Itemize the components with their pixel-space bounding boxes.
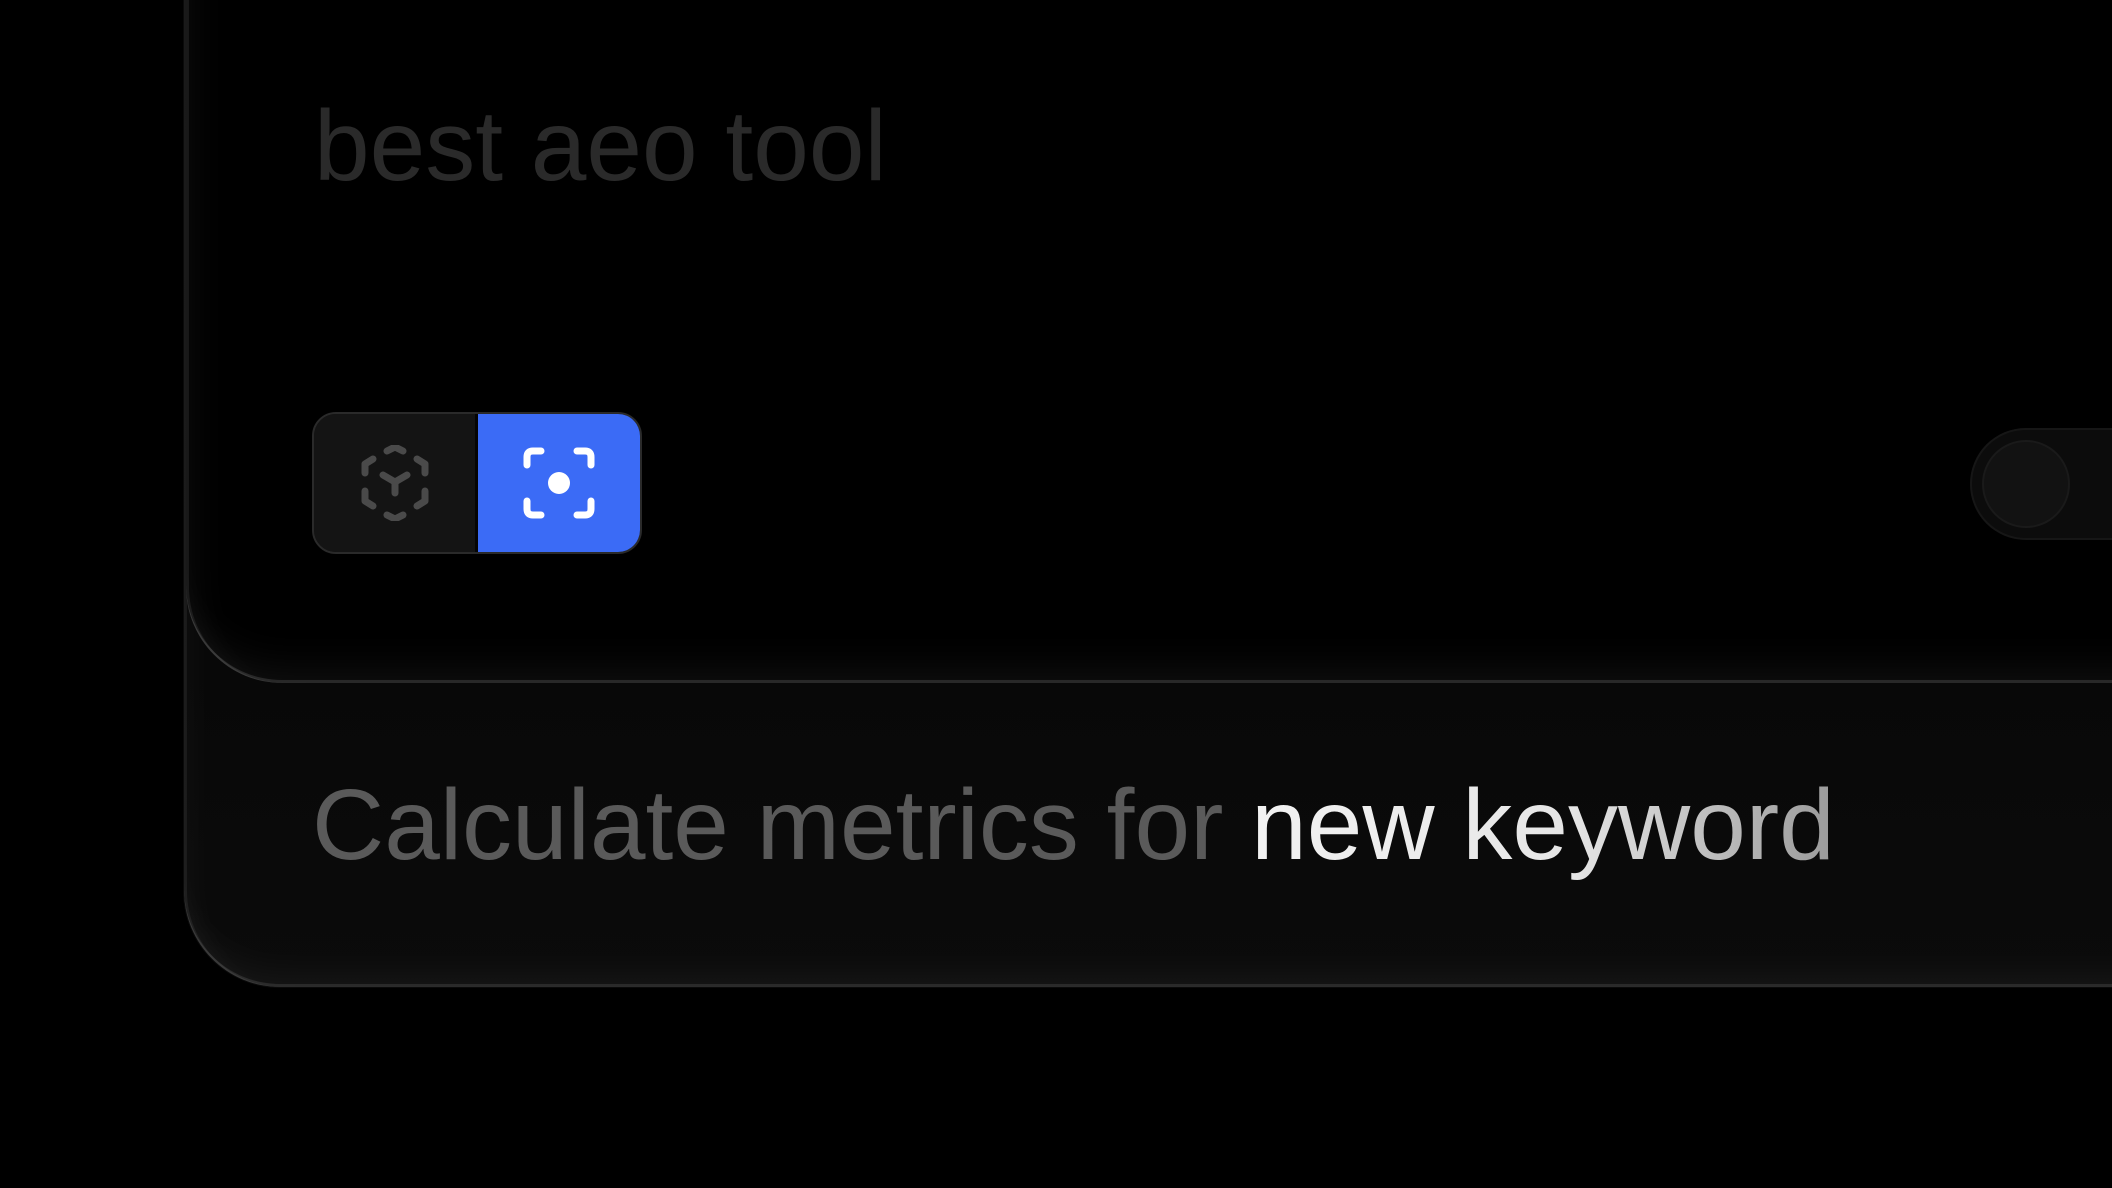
dashed-cube-icon [361, 445, 428, 521]
side-toggle-switch[interactable] [1970, 428, 2112, 540]
focus-target-icon [523, 447, 595, 519]
query-text[interactable]: best aeo tool [314, 96, 887, 196]
explore-mode-button[interactable] [314, 414, 478, 552]
stage: best aeo tool Calculate metrics for new … [0, 0, 2112, 1188]
focus-mode-button[interactable] [478, 414, 640, 552]
toggle-knob [1984, 442, 2068, 526]
calculate-metrics-label: Calculate metrics for [312, 769, 1252, 881]
mode-toggle [312, 412, 642, 554]
calculate-metrics-prompt: Calculate metrics for new keyword [312, 775, 1835, 875]
new-keyword-label: new keyword [1251, 769, 1835, 881]
